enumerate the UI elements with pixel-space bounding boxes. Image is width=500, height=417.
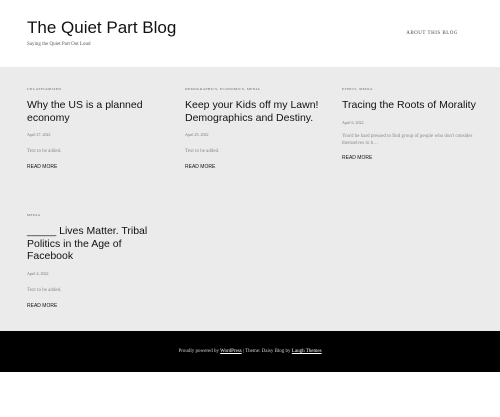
wordpress-link[interactable]: WordPress	[220, 349, 242, 354]
post-date[interactable]: April 25, 2022	[185, 132, 330, 137]
post-card: DEMOGRAPHICS, ECONOMICS, MEDIA Keep your…	[185, 87, 330, 170]
theme-author-link[interactable]: Laugh Themes	[292, 349, 322, 354]
post-categories[interactable]: ETHICS, MEDIA	[342, 87, 487, 93]
nav-about-link[interactable]: ABOUT THIS BLOG	[406, 31, 458, 36]
post-excerpt: Text to be added.	[185, 149, 220, 154]
post-categories[interactable]: MEDIA	[27, 213, 152, 219]
read-more-link[interactable]: READ MORE	[27, 164, 172, 170]
site-title[interactable]: The Quiet Part Blog	[27, 18, 176, 38]
post-card: MEDIA _____ Lives Matter. Tribal Politic…	[27, 213, 152, 309]
post-categories[interactable]: DEMOGRAPHICS, ECONOMICS, MEDIA	[185, 87, 330, 93]
site-footer: Proudly powered by WordPress | Theme: Da…	[0, 331, 500, 372]
post-excerpt: Text to be added.	[27, 287, 62, 293]
site-tagline: Saying the Quiet Part Out Loud	[27, 42, 91, 47]
post-title[interactable]: _____ Lives Matter. Tribal Politics in t…	[27, 225, 152, 263]
site-header: The Quiet Part Blog Saying the Quiet Par…	[0, 0, 500, 67]
footer-credits: Proudly powered by WordPress | Theme: Da…	[0, 349, 500, 354]
footer-prefix: Proudly powered by	[178, 349, 219, 354]
post-title[interactable]: Keep your Kids off my Lawn! Demographics…	[185, 99, 330, 124]
read-more-link[interactable]: READ MORE	[342, 155, 487, 161]
post-categories[interactable]: UNCATEGORIZED	[27, 87, 172, 93]
posts-grid: UNCATEGORIZED Why the US is a planned ec…	[0, 67, 500, 331]
post-excerpt: You'd be hard pressed to find group of p…	[342, 133, 473, 146]
post-date[interactable]: April 6, 2022	[342, 120, 487, 125]
read-more-link[interactable]: READ MORE	[185, 164, 330, 170]
read-more-link[interactable]: READ MORE	[27, 303, 152, 309]
post-date[interactable]: April 27, 2022	[27, 132, 172, 137]
post-card: ETHICS, MEDIA Tracing the Roots of Moral…	[342, 87, 487, 161]
page-bottom-blank	[0, 372, 500, 417]
post-date[interactable]: April 4, 2022	[27, 271, 152, 276]
post-card: UNCATEGORIZED Why the US is a planned ec…	[27, 87, 172, 170]
post-excerpt: Text to be added.	[27, 149, 62, 154]
post-title[interactable]: Why the US is a planned economy	[27, 99, 172, 124]
footer-middle: | Theme: Daisy Blog by	[242, 349, 291, 354]
post-title[interactable]: Tracing the Roots of Morality	[342, 99, 487, 112]
